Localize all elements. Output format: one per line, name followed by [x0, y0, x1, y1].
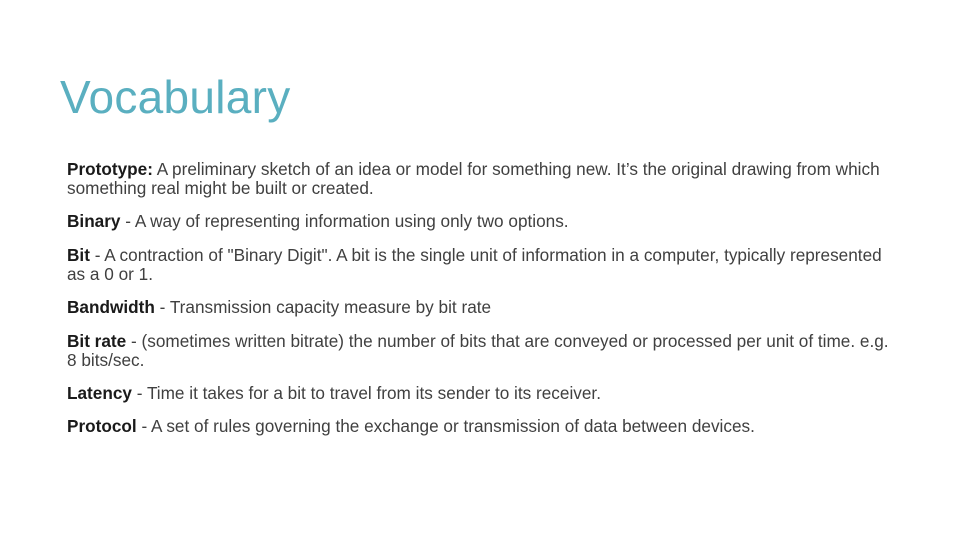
slide: Vocabulary Prototype: A preliminary sket…	[0, 0, 960, 540]
term-separator: -	[154, 297, 170, 318]
term-definition: (sometimes written bitrate) the number o…	[67, 330, 889, 370]
term-separator: -	[136, 416, 152, 437]
term-label: Prototype:	[67, 159, 153, 179]
vocabulary-entry-latency: Latency - Time it takes for a bit to tra…	[67, 382, 897, 403]
term-separator: -	[131, 382, 147, 403]
vocabulary-entry-bit-rate: Bit rate - (sometimes written bitrate) t…	[67, 330, 897, 370]
term-label: Bit rate	[67, 330, 127, 351]
vocabulary-entry-bandwidth: Bandwidth - Transmission capacity measur…	[67, 298, 897, 317]
term-definition: A preliminary sketch of an idea or model…	[67, 159, 880, 198]
term-definition: Transmission capacity measure by bit rat…	[169, 297, 492, 318]
vocabulary-list: Prototype: A preliminary sketch of an id…	[67, 160, 897, 451]
term-separator: -	[126, 330, 142, 351]
term-definition: Time it takes for a bit to travel from i…	[146, 382, 601, 403]
term-label: Latency	[67, 382, 132, 403]
vocabulary-entry-binary: Binary - A way of representing informati…	[67, 212, 897, 231]
term-label: Binary	[67, 211, 121, 232]
term-definition: A contraction of "Binary Digit". A bit i…	[67, 244, 882, 284]
slide-title: Vocabulary	[60, 71, 291, 123]
term-definition: A way of representing information using …	[134, 211, 569, 232]
vocabulary-entry-bit: Bit - A contraction of "Binary Digit". A…	[67, 244, 897, 284]
vocabulary-entry-protocol: Protocol - A set of rules governing the …	[67, 417, 897, 436]
term-definition: A set of rules governing the exchange or…	[151, 416, 755, 437]
vocabulary-entry-prototype: Prototype: A preliminary sketch of an id…	[67, 160, 897, 198]
term-label: Protocol	[67, 416, 137, 437]
term-label: Bandwidth	[67, 297, 155, 318]
term-label: Bit	[67, 244, 90, 265]
term-separator: -	[89, 244, 105, 265]
term-separator: -	[120, 211, 135, 232]
